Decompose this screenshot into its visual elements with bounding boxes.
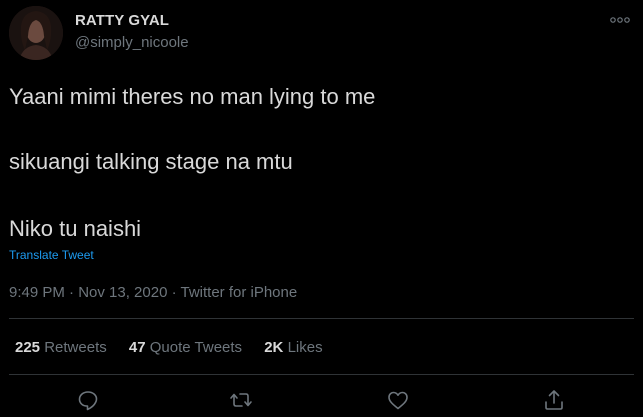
tweet-text-line: Niko tu naishi xyxy=(9,216,142,241)
retweets-label: Retweets xyxy=(44,339,107,356)
tweet-card: RATTY GYAL @simply_nicoole Yaani mimi th… xyxy=(0,0,643,416)
retweet-icon[interactable] xyxy=(229,388,253,412)
likes-stat[interactable]: 2K Likes xyxy=(264,339,322,356)
tweet-text-line: sikuangi talking stage na mtu xyxy=(9,149,293,174)
quote-tweets-stat[interactable]: 47 Quote Tweets xyxy=(129,339,242,356)
tweet-actions xyxy=(0,384,643,416)
reply-icon[interactable] xyxy=(76,388,100,412)
likes-count: 2K xyxy=(264,339,284,356)
divider xyxy=(9,318,634,319)
divider xyxy=(9,374,634,375)
tweet-timestamp-source[interactable]: 9:49 PM · Nov 13, 2020 · Twitter for iPh… xyxy=(9,284,297,301)
retweets-count: 225 xyxy=(15,339,41,356)
avatar-image xyxy=(9,6,63,60)
tweet-stats: 225 Retweets 47 Quote Tweets 2K Likes xyxy=(15,339,341,356)
share-icon[interactable] xyxy=(542,388,566,412)
quote-tweets-count: 47 xyxy=(128,339,146,356)
retweets-stat[interactable]: 225 Retweets xyxy=(15,339,107,356)
tweet-text-line: Yaani mimi theres no man lying to me xyxy=(9,84,376,109)
user-handle[interactable]: @simply_nicoole xyxy=(75,34,189,51)
translate-tweet-link[interactable]: Translate Tweet xyxy=(9,248,94,262)
likes-label: Likes xyxy=(287,339,323,356)
display-name[interactable]: RATTY GYAL xyxy=(75,12,169,29)
quote-tweets-label: Quote Tweets xyxy=(149,339,243,356)
heart-icon[interactable] xyxy=(386,388,410,412)
avatar[interactable] xyxy=(9,6,63,60)
more-options-icon[interactable] xyxy=(608,12,632,28)
